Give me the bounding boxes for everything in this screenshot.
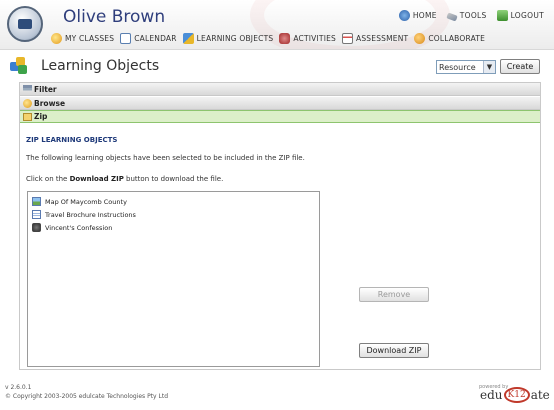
- home-label: HOME: [412, 11, 437, 20]
- app-header: Olive Brown HOME TOOLS LOGOUT MY CLASSES…: [0, 0, 554, 50]
- learning-objects-icon: [182, 33, 194, 44]
- list-item-label: Vincent's Confession: [45, 223, 113, 232]
- page-title: Learning Objects: [41, 58, 160, 74]
- learning-objects-icon: [10, 57, 28, 75]
- learning-objects-panel: Filter Browse Zip ZIP LEARNING OBJECTS T…: [19, 82, 541, 370]
- zip-heading: ZIP LEARNING OBJECTS: [26, 136, 118, 144]
- zip-icon: [23, 112, 32, 121]
- tools-icon: [446, 12, 458, 22]
- browse-section-header[interactable]: Browse: [20, 97, 540, 110]
- main-nav: MY CLASSES CALENDAR LEARNING OBJECTS ACT…: [51, 33, 485, 44]
- brand-pre: edu: [480, 388, 503, 402]
- resource-select-value: Resource: [439, 62, 476, 72]
- zip-section-header[interactable]: Zip: [20, 110, 540, 123]
- tools-link[interactable]: TOOLS: [446, 10, 487, 22]
- logout-label: LOGOUT: [510, 11, 544, 20]
- instr-bold: Download ZIP: [69, 175, 124, 183]
- user-name: Olive Brown: [63, 7, 166, 27]
- map-icon: [32, 197, 41, 206]
- logout-link[interactable]: LOGOUT: [496, 10, 544, 21]
- nav-activities[interactable]: ACTIVITIES: [279, 33, 336, 44]
- collaborate-icon: [414, 33, 426, 44]
- filter-section-header[interactable]: Filter: [20, 83, 540, 96]
- app-logo: [7, 6, 43, 42]
- nav-calendar[interactable]: CALENDAR: [120, 33, 176, 44]
- browse-icon: [23, 98, 32, 108]
- home-icon: [398, 10, 410, 21]
- zip-instructions: Click on the Download ZIP button to down…: [26, 175, 223, 183]
- nav-label: CALENDAR: [134, 34, 177, 43]
- create-button[interactable]: Create: [500, 59, 540, 74]
- nav-learning-objects[interactable]: LEARNING OBJECTS: [182, 33, 274, 44]
- resource-type-select[interactable]: Resource ▼: [436, 60, 496, 74]
- instr-suffix: button to download the file.: [123, 175, 224, 183]
- nav-my-classes[interactable]: MY CLASSES: [51, 33, 114, 44]
- instr-prefix: Click on the: [26, 175, 70, 183]
- tools-label: TOOLS: [459, 11, 487, 20]
- list-item-label: Map Of Maycomb County: [45, 197, 127, 206]
- chevron-down-icon[interactable]: ▼: [483, 61, 495, 73]
- zip-label: Zip: [34, 112, 48, 121]
- zip-content: ZIP LEARNING OBJECTS The following learn…: [20, 124, 540, 369]
- nav-label: MY CLASSES: [65, 34, 115, 43]
- filter-icon: [23, 84, 32, 94]
- brand-post: ate: [530, 388, 550, 402]
- list-item[interactable]: Vincent's Confession: [32, 221, 315, 234]
- activities-icon: [279, 33, 291, 44]
- remove-button[interactable]: Remove: [359, 287, 429, 302]
- nav-collaborate[interactable]: COLLABORATE: [414, 33, 485, 44]
- nav-label: ASSESSMENT: [356, 34, 409, 43]
- download-zip-button[interactable]: Download ZIP: [359, 343, 429, 358]
- home-link[interactable]: HOME: [398, 10, 437, 21]
- list-item[interactable]: Travel Brochure Instructions: [32, 208, 315, 221]
- version-text: v 2.6.0.1: [5, 384, 32, 391]
- list-item-label: Travel Brochure Instructions: [45, 210, 136, 219]
- nav-assessment[interactable]: ASSESSMENT: [342, 33, 408, 44]
- browse-label: Browse: [34, 98, 66, 108]
- document-icon: [32, 210, 41, 219]
- brand-logo: edu K12 ate: [480, 386, 550, 404]
- brand-k: K12: [503, 387, 530, 403]
- zip-description: The following learning objects have been…: [26, 154, 305, 162]
- copyright-text: © Copyright 2003-2005 edulcate Technolog…: [5, 393, 169, 400]
- zip-items-list[interactable]: Map Of Maycomb County Travel Brochure In…: [27, 191, 320, 367]
- calendar-icon: [120, 33, 132, 44]
- top-links: HOME TOOLS LOGOUT: [398, 10, 544, 22]
- nav-label: LEARNING OBJECTS: [196, 34, 274, 43]
- filter-label: Filter: [34, 84, 57, 94]
- logout-icon: [496, 10, 508, 21]
- audio-icon: [32, 223, 41, 232]
- list-item[interactable]: Map Of Maycomb County: [32, 195, 315, 208]
- nav-label: ACTIVITIES: [293, 34, 337, 43]
- classes-icon: [51, 33, 62, 44]
- nav-label: COLLABORATE: [428, 34, 486, 43]
- assessment-icon: [342, 33, 354, 44]
